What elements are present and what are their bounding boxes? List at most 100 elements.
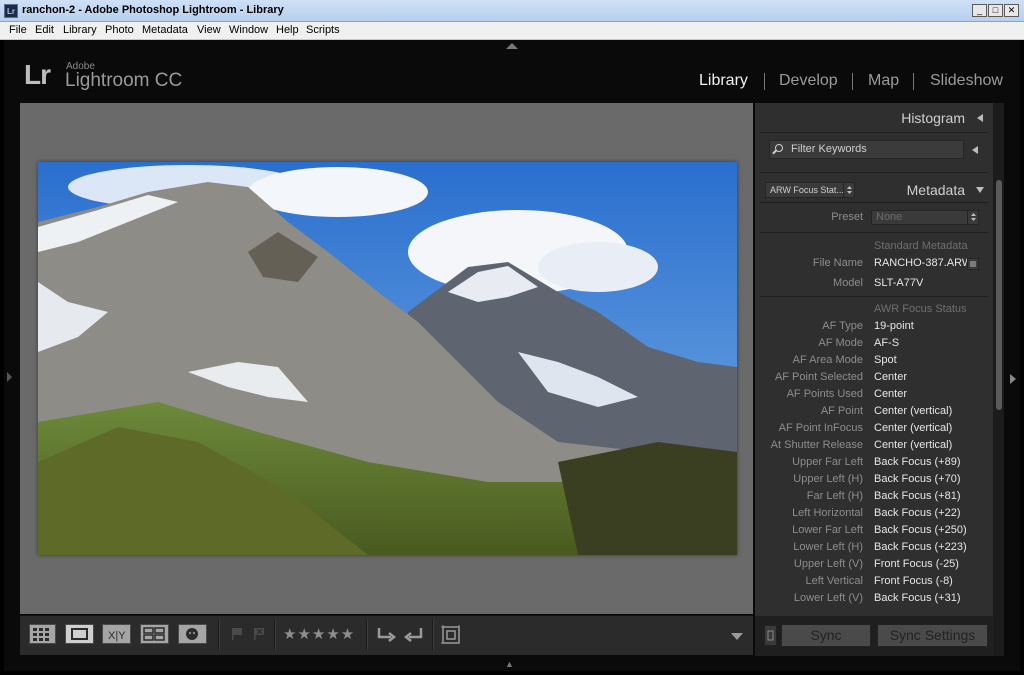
window-title: ranchon-2 - Adobe Photoshop Lightroom - … bbox=[22, 4, 284, 16]
filter-keywords-label: Filter Keywords bbox=[791, 143, 867, 155]
metadata-preset-dropdown[interactable]: None bbox=[871, 210, 979, 225]
histogram-collapse-icon[interactable] bbox=[977, 114, 983, 122]
star-rating[interactable]: ★★★★★ bbox=[283, 625, 355, 643]
divider bbox=[760, 172, 988, 173]
file-name-edit-icon[interactable] bbox=[967, 258, 979, 270]
auto-sync-toggle[interactable] bbox=[764, 625, 777, 646]
focus-label: Lower Left (H) bbox=[793, 541, 863, 553]
menu-photo[interactable]: Photo bbox=[105, 24, 134, 36]
preset-label: Preset bbox=[831, 211, 863, 223]
focus-label: Upper Far Left bbox=[792, 456, 863, 468]
focus-label: AF Point Selected bbox=[774, 371, 863, 383]
rotate-right-icon[interactable] bbox=[403, 625, 425, 648]
flag-pick-icon[interactable] bbox=[230, 627, 244, 644]
scrollbar-thumb[interactable] bbox=[996, 180, 1002, 410]
focus-label: Lower Left (V) bbox=[793, 592, 863, 604]
focus-value: Back Focus (+31) bbox=[874, 592, 961, 604]
keyword-panel-collapse-icon[interactable] bbox=[972, 146, 978, 154]
sync-settings-button[interactable]: Sync Settings bbox=[877, 624, 988, 647]
divider bbox=[760, 232, 988, 233]
module-slideshow[interactable]: Slideshow bbox=[930, 72, 1003, 90]
app-icon: Lr bbox=[4, 4, 18, 18]
product-name: Lightroom CC bbox=[65, 70, 183, 91]
minimize-button[interactable]: _ bbox=[972, 4, 987, 17]
module-separator bbox=[764, 73, 765, 90]
focus-value: Center (vertical) bbox=[874, 422, 953, 434]
focus-value: Center bbox=[874, 371, 908, 383]
focus-value: Center (vertical) bbox=[874, 439, 953, 451]
module-separator bbox=[913, 73, 914, 90]
focus-value: Center (vertical) bbox=[874, 405, 953, 417]
metadata-preset-select[interactable]: ARW Focus Stat... bbox=[765, 182, 855, 198]
metadata-label: Model bbox=[833, 277, 863, 289]
menu-file[interactable]: File bbox=[9, 24, 27, 36]
menu-window[interactable]: Window bbox=[229, 24, 268, 36]
focus-value: Back Focus (+250) bbox=[874, 524, 967, 536]
focus-value: Front Focus (-8) bbox=[874, 575, 953, 587]
focus-value: Back Focus (+89) bbox=[874, 456, 961, 468]
menu-bar: File Edit Library Photo Metadata View Wi… bbox=[0, 22, 1024, 40]
menu-view[interactable]: View bbox=[197, 24, 221, 36]
grid-view-button[interactable] bbox=[29, 624, 56, 644]
file-name-value[interactable]: RANCHO-387.ARW bbox=[874, 257, 972, 269]
crop-overlay-icon[interactable] bbox=[440, 624, 462, 649]
menu-edit[interactable]: Edit bbox=[35, 24, 54, 36]
menu-help[interactable]: Help bbox=[276, 24, 299, 36]
menu-metadata[interactable]: Metadata bbox=[142, 24, 188, 36]
people-view-button[interactable] bbox=[178, 624, 207, 644]
focus-value: Back Focus (+70) bbox=[874, 473, 961, 485]
focus-label: AF Points Used bbox=[786, 388, 863, 400]
survey-icon bbox=[143, 627, 165, 641]
flag-reject-icon[interactable] bbox=[252, 627, 266, 644]
left-panel-toggle-icon[interactable] bbox=[7, 372, 12, 382]
model-value: SLT-A77V bbox=[874, 277, 924, 289]
toolbar-separator bbox=[218, 620, 220, 650]
focus-label: AF Area Mode bbox=[792, 354, 863, 366]
top-panel-toggle-icon[interactable] bbox=[506, 43, 518, 49]
metadata-collapse-icon[interactable] bbox=[976, 187, 984, 193]
module-separator bbox=[852, 73, 853, 90]
menu-library[interactable]: Library bbox=[63, 24, 97, 36]
focus-label: Far Left (H) bbox=[806, 490, 863, 502]
metadata-label: File Name bbox=[812, 257, 863, 269]
focus-label: Lower Far Left bbox=[792, 524, 863, 536]
right-panel-toggle-icon[interactable] bbox=[1010, 374, 1016, 384]
loupe-icon bbox=[71, 628, 88, 640]
loupe-view-button[interactable] bbox=[65, 624, 94, 644]
maximize-button[interactable]: □ bbox=[988, 4, 1003, 17]
mountain-photo bbox=[38, 162, 737, 555]
focus-value: AF-S bbox=[874, 337, 900, 349]
divider bbox=[760, 132, 988, 133]
focus-label: Upper Left (H) bbox=[793, 473, 863, 485]
module-develop[interactable]: Develop bbox=[779, 72, 838, 90]
divider bbox=[760, 202, 988, 203]
focus-label: AF Point bbox=[820, 405, 863, 417]
compare-icon: X|Y bbox=[108, 630, 126, 642]
histogram-panel-header[interactable]: Histogram bbox=[901, 110, 965, 126]
survey-view-button[interactable] bbox=[140, 624, 169, 644]
focus-value: Center bbox=[874, 388, 908, 400]
toolbar-options-chevron-icon[interactable] bbox=[731, 632, 743, 644]
module-library[interactable]: Library bbox=[699, 72, 748, 90]
module-map[interactable]: Map bbox=[868, 72, 899, 90]
focus-value: Spot bbox=[874, 354, 897, 366]
focus-value: Front Focus (-25) bbox=[874, 558, 959, 570]
compare-view-button[interactable]: X|Y bbox=[102, 624, 131, 644]
focus-label: Upper Left (V) bbox=[793, 558, 863, 570]
focus-label: AF Type bbox=[822, 320, 863, 332]
svg-text:X|Y: X|Y bbox=[108, 630, 126, 642]
rotate-left-icon[interactable] bbox=[375, 625, 397, 648]
focus-label: At Shutter Release bbox=[770, 439, 863, 451]
toolbar-separator bbox=[274, 620, 276, 650]
focus-label: Left Vertical bbox=[805, 575, 863, 587]
photo-preview[interactable] bbox=[38, 162, 737, 555]
focus-value: 19-point bbox=[874, 320, 914, 332]
filmstrip-toggle-icon[interactable]: ▲ bbox=[505, 659, 514, 669]
sync-button[interactable]: Sync bbox=[781, 624, 871, 647]
metadata-panel-header[interactable]: Metadata bbox=[907, 182, 965, 198]
focus-label: Left Horizontal bbox=[792, 507, 863, 519]
divider bbox=[760, 296, 988, 297]
toolbar-separator bbox=[432, 620, 434, 650]
menu-scripts[interactable]: Scripts bbox=[306, 24, 340, 36]
close-button[interactable]: ✕ bbox=[1004, 4, 1019, 17]
